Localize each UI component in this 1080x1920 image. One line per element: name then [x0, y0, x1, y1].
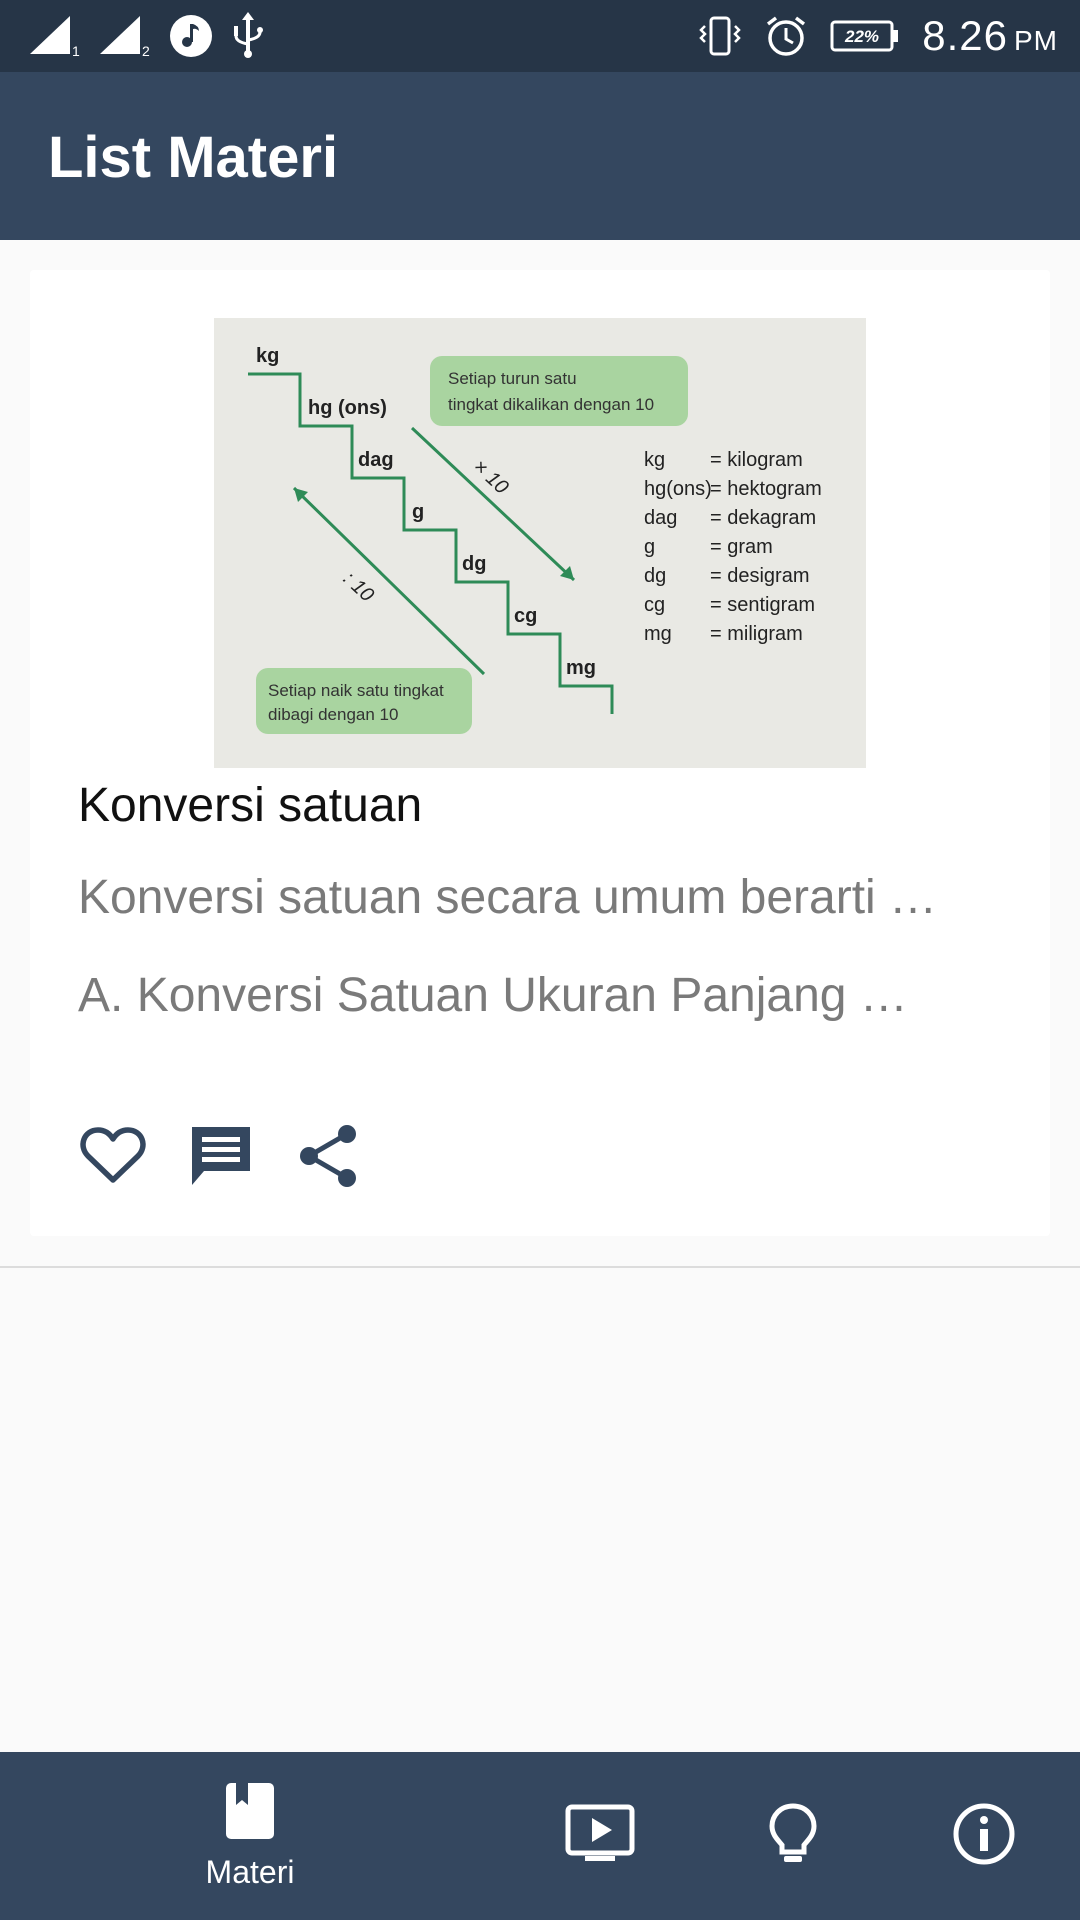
nav-item-info[interactable]	[934, 1752, 1034, 1920]
usb-icon	[228, 12, 268, 60]
clock: 8.26 PM	[922, 12, 1058, 59]
svg-text:= hektogram: = hektogram	[710, 478, 822, 500]
lightbulb-icon	[768, 1802, 818, 1871]
page-title: List Materi	[48, 125, 339, 190]
svg-text:g: g	[644, 536, 655, 558]
bottom-navigation: Materi	[0, 1752, 1080, 1920]
svg-text:mg: mg	[644, 623, 672, 645]
book-icon	[224, 1781, 276, 1846]
svg-text:g: g	[412, 501, 424, 523]
nav-label-materi: Materi	[205, 1854, 295, 1890]
alarm-icon	[764, 14, 808, 58]
svg-text:kg: kg	[256, 345, 279, 367]
svg-text:= gram: = gram	[710, 536, 773, 558]
svg-text:cg: cg	[644, 594, 665, 616]
svg-text:dg: dg	[644, 565, 666, 587]
heart-icon[interactable]	[78, 1121, 148, 1191]
svg-text:mg: mg	[566, 657, 596, 679]
svg-text:hg(ons): hg(ons)	[644, 478, 712, 500]
svg-text:tingkat dikalikan dengan 10: tingkat dikalikan dengan 10	[448, 395, 654, 414]
signal-sim1-icon: 1	[28, 14, 84, 58]
svg-text:dag: dag	[644, 507, 677, 529]
video-icon	[565, 1804, 635, 1869]
svg-text:kg: kg	[644, 449, 665, 471]
svg-text:Setiap turun satu: Setiap turun satu	[448, 369, 577, 388]
nav-item-tips[interactable]	[743, 1752, 843, 1920]
music-icon	[168, 13, 214, 59]
svg-text:Setiap naik satu tingkat: Setiap naik satu tingkat	[268, 681, 444, 700]
status-bar: 1 2 22% 8.26 PM	[0, 0, 1080, 72]
svg-text:= miligram: = miligram	[710, 623, 803, 645]
vibrate-icon	[698, 14, 742, 58]
card-description: Konversi satuan secara umum berarti …	[78, 871, 938, 924]
divider	[0, 1266, 1080, 1268]
svg-text:dibagi dengan 10: dibagi dengan 10	[268, 705, 398, 724]
signal-sim2-icon: 2	[98, 14, 154, 58]
battery-icon: 22%	[830, 19, 900, 53]
unit-conversion-diagram[interactable]: kg hg (ons) dag g dg cg mg Setiap turun …	[214, 318, 866, 768]
svg-text:= kilogram: = kilogram	[710, 449, 803, 471]
materi-card[interactable]: kg hg (ons) dag g dg cg mg Setiap turun …	[30, 270, 1050, 1236]
svg-text:dg: dg	[462, 553, 486, 575]
share-icon[interactable]	[294, 1121, 364, 1191]
svg-text:= desigram: = desigram	[710, 565, 810, 587]
svg-text:cg: cg	[514, 605, 537, 627]
nav-item-video[interactable]	[550, 1752, 650, 1920]
info-icon	[952, 1802, 1016, 1871]
comment-icon[interactable]	[186, 1121, 256, 1191]
card-actions	[78, 1116, 364, 1196]
svg-text:hg (ons): hg (ons)	[308, 397, 387, 419]
card-subtitle: A. Konversi Satuan Ukuran Panjang …	[78, 969, 908, 1022]
nav-item-materi[interactable]: Materi	[190, 1752, 310, 1920]
svg-text:= dekagram: = dekagram	[710, 507, 816, 529]
svg-text:1: 1	[72, 43, 80, 58]
card-title: Konversi satuan	[78, 779, 423, 832]
svg-text:2: 2	[142, 43, 150, 58]
svg-text:22%: 22%	[844, 27, 879, 46]
app-bar: List Materi	[0, 72, 1080, 240]
svg-text:= sentigram: = sentigram	[710, 594, 815, 616]
svg-text:dag: dag	[358, 449, 394, 471]
